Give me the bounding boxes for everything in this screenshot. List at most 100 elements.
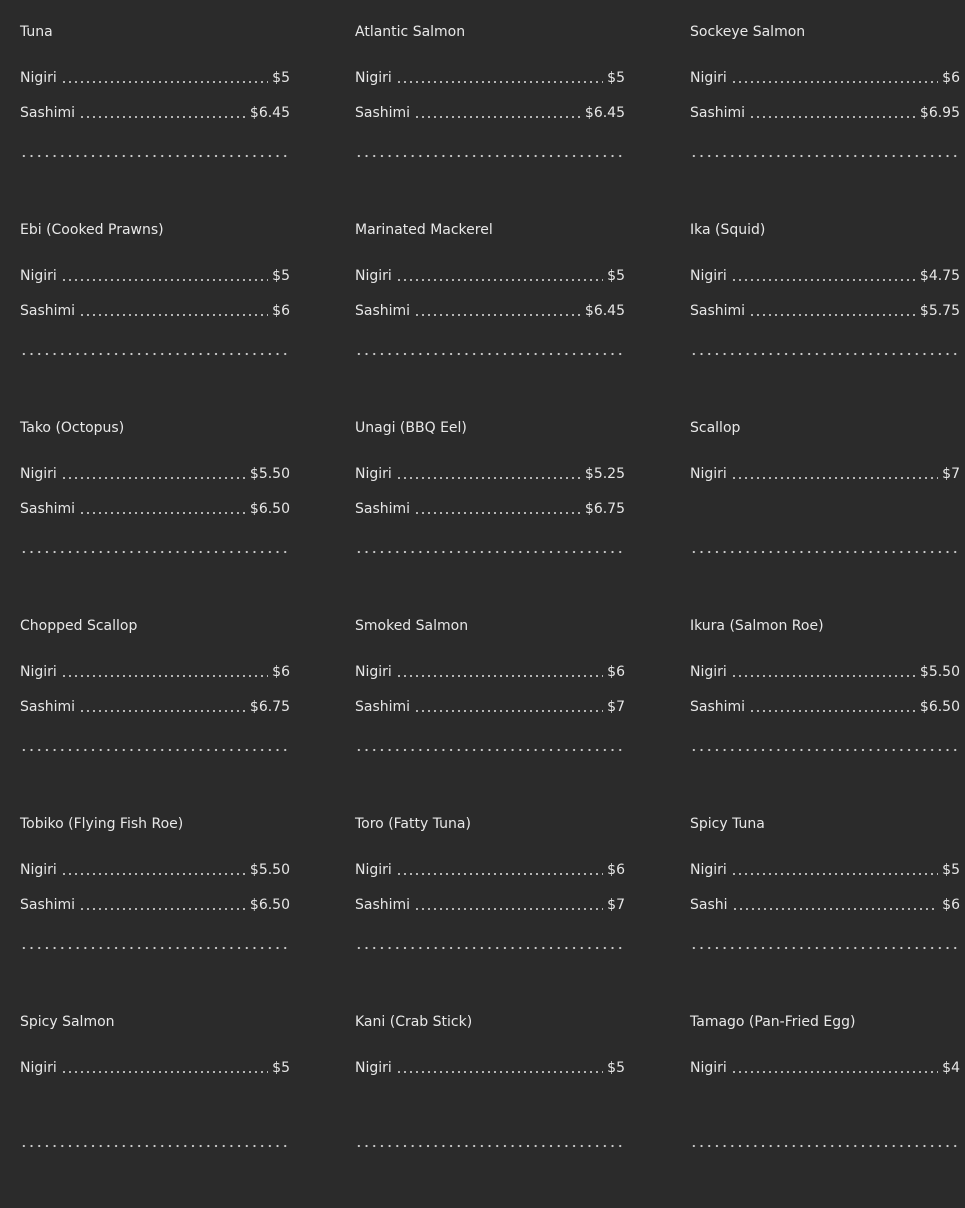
menu-item: Sockeye Salmon Nigiri $6 Sashimi $6.95 bbox=[690, 20, 960, 218]
price-value: $7 bbox=[607, 699, 625, 715]
price-label: Nigiri bbox=[20, 268, 57, 284]
price-label: Nigiri bbox=[20, 466, 57, 482]
dotted-divider bbox=[20, 946, 290, 950]
menu-item-name: Smoked Salmon bbox=[355, 618, 469, 634]
price-value: $5 bbox=[272, 268, 290, 284]
price-line: Nigiri $4 bbox=[690, 1059, 960, 1077]
price-label: Nigiri bbox=[20, 664, 57, 680]
price-label: Sashimi bbox=[20, 105, 76, 121]
menu-item: Scallop Nigiri $7 bbox=[690, 416, 960, 614]
menu-item: Unagi (BBQ Eel) Nigiri $5.25 Sashimi $6.75 bbox=[355, 416, 625, 614]
price-value: $6.45 bbox=[584, 105, 625, 121]
price-line: Nigiri $5.50 bbox=[20, 861, 290, 879]
dot-leader bbox=[730, 864, 939, 876]
price-value: $7 bbox=[607, 897, 625, 913]
price-value: $6 bbox=[272, 664, 290, 680]
menu-item-name: Tamago (Pan-Fried Egg) bbox=[690, 1014, 856, 1030]
price-label: Sashimi bbox=[355, 105, 411, 121]
price-label: Nigiri bbox=[355, 70, 392, 86]
price-label: Sashimi bbox=[355, 699, 411, 715]
menu-item-name: Tobiko (Flying Fish Roe) bbox=[20, 816, 184, 832]
price-value: $6.45 bbox=[584, 303, 625, 319]
dot-leader bbox=[395, 270, 604, 282]
menu-item-name: Spicy Tuna bbox=[690, 816, 765, 832]
price-label: Sashimi bbox=[355, 897, 411, 913]
menu-item: Spicy Salmon Nigiri $5 bbox=[20, 1010, 290, 1208]
menu-item-name: Scallop bbox=[690, 420, 741, 436]
price-value: $5 bbox=[607, 1060, 625, 1076]
dot-leader bbox=[60, 1062, 269, 1074]
menu-item: Chopped Scallop Nigiri $6 Sashimi $6.75 bbox=[20, 614, 290, 812]
price-value: $5 bbox=[607, 268, 625, 284]
price-value: $6 bbox=[607, 664, 625, 680]
price-label: Nigiri bbox=[355, 862, 392, 878]
price-label: Sashi bbox=[690, 897, 728, 913]
price-line: Nigiri $6 bbox=[20, 663, 290, 681]
price-label: Sashimi bbox=[690, 699, 746, 715]
price-label: Nigiri bbox=[690, 664, 727, 680]
menu-item: Tobiko (Flying Fish Roe) Nigiri $5.50 Sashi… bbox=[20, 812, 290, 1010]
price-line: Nigiri $5 bbox=[690, 861, 960, 879]
price-line: Sashimi $6.50 bbox=[20, 500, 290, 518]
dot-leader bbox=[414, 107, 581, 119]
menu-item: Smoked Salmon Nigiri $6 Sashimi $7 bbox=[355, 614, 625, 812]
price-value: $4 bbox=[942, 1060, 960, 1076]
dot-leader bbox=[79, 503, 246, 515]
price-label: Nigiri bbox=[690, 862, 727, 878]
price-value: $6.50 bbox=[919, 699, 960, 715]
price-value: $5.50 bbox=[249, 862, 290, 878]
price-line: Nigiri $5 bbox=[20, 1059, 290, 1077]
price-line: Nigiri $5 bbox=[355, 69, 625, 87]
dot-leader bbox=[395, 468, 581, 480]
dot-leader bbox=[749, 701, 916, 713]
menu-item-name: Spicy Salmon bbox=[20, 1014, 115, 1030]
price-value: $5 bbox=[272, 1060, 290, 1076]
dot-leader bbox=[749, 305, 916, 317]
price-value: $6.75 bbox=[249, 699, 290, 715]
price-value: $6.95 bbox=[919, 105, 960, 121]
dotted-divider bbox=[20, 352, 290, 356]
menu-item: Ika (Squid) Nigiri $4.75 Sashimi $5.75 bbox=[690, 218, 960, 416]
price-value: $6.50 bbox=[249, 897, 290, 913]
menu-item: Atlantic Salmon Nigiri $5 Sashimi $6.45 bbox=[355, 20, 625, 218]
dot-leader bbox=[730, 1062, 939, 1074]
dotted-divider bbox=[20, 154, 290, 158]
menu-item-name: Chopped Scallop bbox=[20, 618, 138, 634]
price-label: Sashimi bbox=[690, 303, 746, 319]
price-value: $6 bbox=[272, 303, 290, 319]
price-line: Nigiri $6 bbox=[690, 69, 960, 87]
price-value: $6 bbox=[942, 70, 960, 86]
menu-grid: Tuna Nigiri $5 Sashimi $6.45 Atlantic Salmon N… bbox=[20, 20, 965, 1208]
menu-item: Ebi (Cooked Prawns) Nigiri $5 Sashimi $6 bbox=[20, 218, 290, 416]
price-line: Sashimi $6.45 bbox=[20, 104, 290, 122]
price-label: Nigiri bbox=[355, 268, 392, 284]
menu-item: Toro (Fatty Tuna) Nigiri $6 Sashimi $7 bbox=[355, 812, 625, 1010]
price-label: Nigiri bbox=[20, 862, 57, 878]
price-line: Nigiri $5.25 bbox=[355, 465, 625, 483]
price-label: Nigiri bbox=[20, 70, 57, 86]
price-line: Nigiri $6 bbox=[355, 861, 625, 879]
dot-leader bbox=[730, 666, 916, 678]
dot-leader bbox=[79, 701, 246, 713]
dot-leader bbox=[395, 72, 604, 84]
price-value: $6.75 bbox=[584, 501, 625, 517]
price-value: $7 bbox=[942, 466, 960, 482]
dotted-divider bbox=[690, 154, 960, 158]
dotted-divider bbox=[355, 154, 625, 158]
price-value: $5.25 bbox=[584, 466, 625, 482]
dot-leader bbox=[730, 270, 916, 282]
dot-leader bbox=[730, 72, 939, 84]
price-value: $6 bbox=[942, 897, 960, 913]
dotted-divider bbox=[355, 1144, 625, 1148]
price-line: Nigiri $6 bbox=[355, 663, 625, 681]
price-line: Sashimi $7 bbox=[355, 698, 625, 716]
price-value: $5.50 bbox=[249, 466, 290, 482]
price-line: Nigiri $5 bbox=[20, 69, 290, 87]
dot-leader bbox=[395, 1062, 604, 1074]
price-line: Sashimi $6 bbox=[20, 302, 290, 320]
dot-leader bbox=[79, 305, 269, 317]
dotted-divider bbox=[690, 748, 960, 752]
dotted-divider bbox=[690, 946, 960, 950]
price-value: $5 bbox=[942, 862, 960, 878]
dot-leader bbox=[79, 899, 246, 911]
